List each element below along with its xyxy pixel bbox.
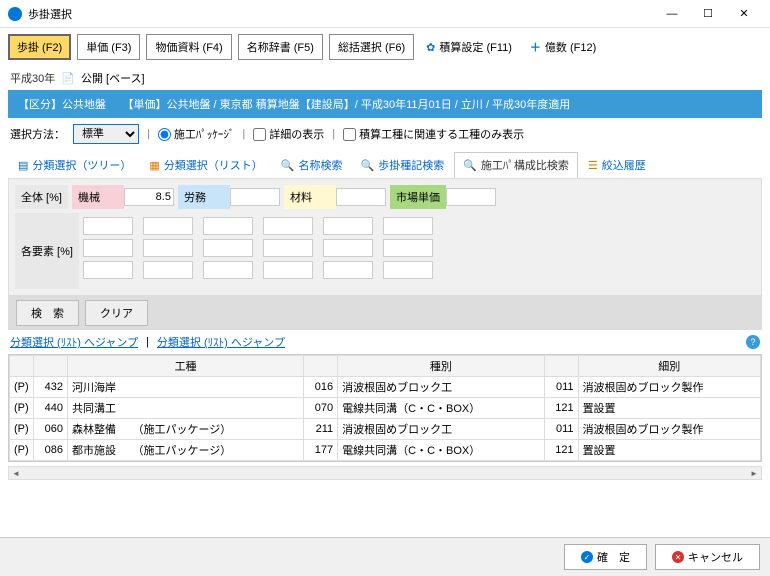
tab-history[interactable]: ☰絞込履歴: [580, 153, 654, 177]
matrix-cell[interactable]: [263, 217, 313, 235]
matrix-cell[interactable]: [383, 239, 433, 257]
chk-related[interactable]: 積算工種に関連する工種のみ表示: [343, 126, 524, 142]
help-icon[interactable]: ?: [746, 335, 760, 349]
tab-namesearch[interactable]: 🔍名称検索: [273, 153, 351, 177]
search-icon: 🔍: [361, 159, 375, 172]
radio-sekou[interactable]: 施工ﾊﾟｯｹｰｼﾞ: [158, 126, 235, 142]
cancel-button[interactable]: ✕キャンセル: [655, 544, 760, 570]
matrix-cell[interactable]: [263, 261, 313, 279]
tab-soukatsu[interactable]: 総括選択 (F6): [329, 34, 414, 60]
matrix-cell[interactable]: [143, 217, 193, 235]
filter-machine-input[interactable]: [124, 188, 174, 206]
jump-link-1[interactable]: 分類選択 (ﾘｽﾄ) へジャンプ: [10, 334, 138, 350]
confirm-button[interactable]: ✓確 定: [564, 544, 647, 570]
filter-material-label: 材料: [284, 185, 336, 209]
matrix-cell[interactable]: [203, 217, 253, 235]
filter-material-input[interactable]: [336, 188, 386, 206]
context-bar: 【区分】公共地盤 【単価】公共地盤 / 東京都 積算地盤【建設局】/ 平成30年…: [8, 90, 762, 118]
settings-button[interactable]: ✿積算設定 (F11): [420, 35, 518, 59]
tab-bukkashiryou[interactable]: 物価資料 (F4): [146, 34, 231, 60]
tab-ratio[interactable]: 🔍施工ﾊﾟ構成比検索: [454, 152, 578, 178]
tab-tanka[interactable]: 単価 (F3): [77, 34, 140, 60]
doc-icon: 📄: [61, 72, 75, 85]
list-icon: ▦: [149, 159, 159, 172]
table-row[interactable]: (P)060森林整備 （施工パッケージ）211消波根固めブロック工011消波根固…: [10, 419, 761, 440]
tab-tree[interactable]: ▤分類選択（ツリー）: [10, 153, 139, 177]
filter-market-input[interactable]: [446, 188, 496, 206]
filter-total-label: 全体 [%]: [15, 185, 68, 209]
app-icon: [8, 7, 22, 21]
jump-link-2[interactable]: 分類選択 (ﾘｽﾄ) へジャンプ: [157, 334, 285, 350]
matrix-cell[interactable]: [323, 217, 373, 235]
search-icon: 🔍: [281, 159, 295, 172]
check-icon: ✓: [581, 551, 593, 563]
year-label: 平成30年: [10, 70, 55, 86]
filter-icon: ☰: [588, 159, 598, 172]
table-row[interactable]: (P)086都市施設 （施工パッケージ）177電線共同溝（C・C・BOX）121…: [10, 440, 761, 461]
tree-icon: ▤: [18, 159, 28, 172]
matrix-cell[interactable]: [143, 261, 193, 279]
minimize-button[interactable]: —: [654, 0, 690, 28]
filter-machine-label: 機械: [72, 185, 124, 209]
filter-each-label: 各要素 [%]: [15, 213, 79, 289]
plus-icon: ＋: [530, 39, 541, 55]
table-row[interactable]: (P)440共同溝工070電線共同溝（C・C・BOX）121置設置: [10, 398, 761, 419]
pub-label: 公開 [ベース]: [81, 70, 145, 86]
scroll-left-icon[interactable]: ◄: [9, 467, 23, 479]
tab-meishou[interactable]: 名称辞書 (F5): [238, 34, 323, 60]
scroll-right-icon[interactable]: ►: [747, 467, 761, 479]
matrix-cell[interactable]: [203, 261, 253, 279]
matrix-cell[interactable]: [83, 217, 133, 235]
tab-list[interactable]: ▦分類選択（リスト）: [141, 153, 270, 177]
th-koushu: 工種: [68, 356, 304, 377]
selmethod-dropdown[interactable]: 標準: [73, 124, 139, 144]
chk-detail[interactable]: 詳細の表示: [253, 126, 324, 142]
search-button[interactable]: 検 索: [16, 300, 79, 326]
close-button[interactable]: ✕: [726, 0, 762, 28]
matrix-cell[interactable]: [203, 239, 253, 257]
gear-icon: ✿: [426, 41, 435, 54]
tab-buai[interactable]: 歩掛 (F2): [8, 34, 71, 60]
matrix-cell[interactable]: [383, 217, 433, 235]
filter-market-label: 市場単価: [390, 185, 446, 209]
matrix-cell[interactable]: [383, 261, 433, 279]
search-icon: 🔍: [463, 159, 477, 172]
matrix-cell[interactable]: [323, 261, 373, 279]
table-row[interactable]: (P)432河川海岸016消波根固めブロック工011消波根固めブロック製作: [10, 377, 761, 398]
result-table: 工種 種別 細別 (P)432河川海岸016消波根固めブロック工011消波根固め…: [8, 354, 762, 462]
okusu-button[interactable]: ＋億数 (F12): [524, 35, 602, 59]
filter-labor-label: 労務: [178, 185, 230, 209]
selmethod-label: 選択方法：: [10, 126, 65, 142]
clear-button[interactable]: クリア: [85, 300, 148, 326]
matrix-cell[interactable]: [323, 239, 373, 257]
cancel-icon: ✕: [672, 551, 684, 563]
th-shubetsu: 種別: [338, 356, 544, 377]
th-saibetsu: 細別: [578, 356, 760, 377]
window-title: 歩掛選択: [28, 6, 654, 22]
tab-codesearch[interactable]: 🔍歩掛種記検索: [353, 153, 453, 177]
maximize-button[interactable]: ☐: [690, 0, 726, 28]
matrix-cell[interactable]: [83, 239, 133, 257]
filter-labor-input[interactable]: [230, 188, 280, 206]
h-scrollbar[interactable]: ◄ ►: [8, 466, 762, 480]
matrix-cell[interactable]: [143, 239, 193, 257]
matrix-cell[interactable]: [83, 261, 133, 279]
matrix-cell[interactable]: [263, 239, 313, 257]
